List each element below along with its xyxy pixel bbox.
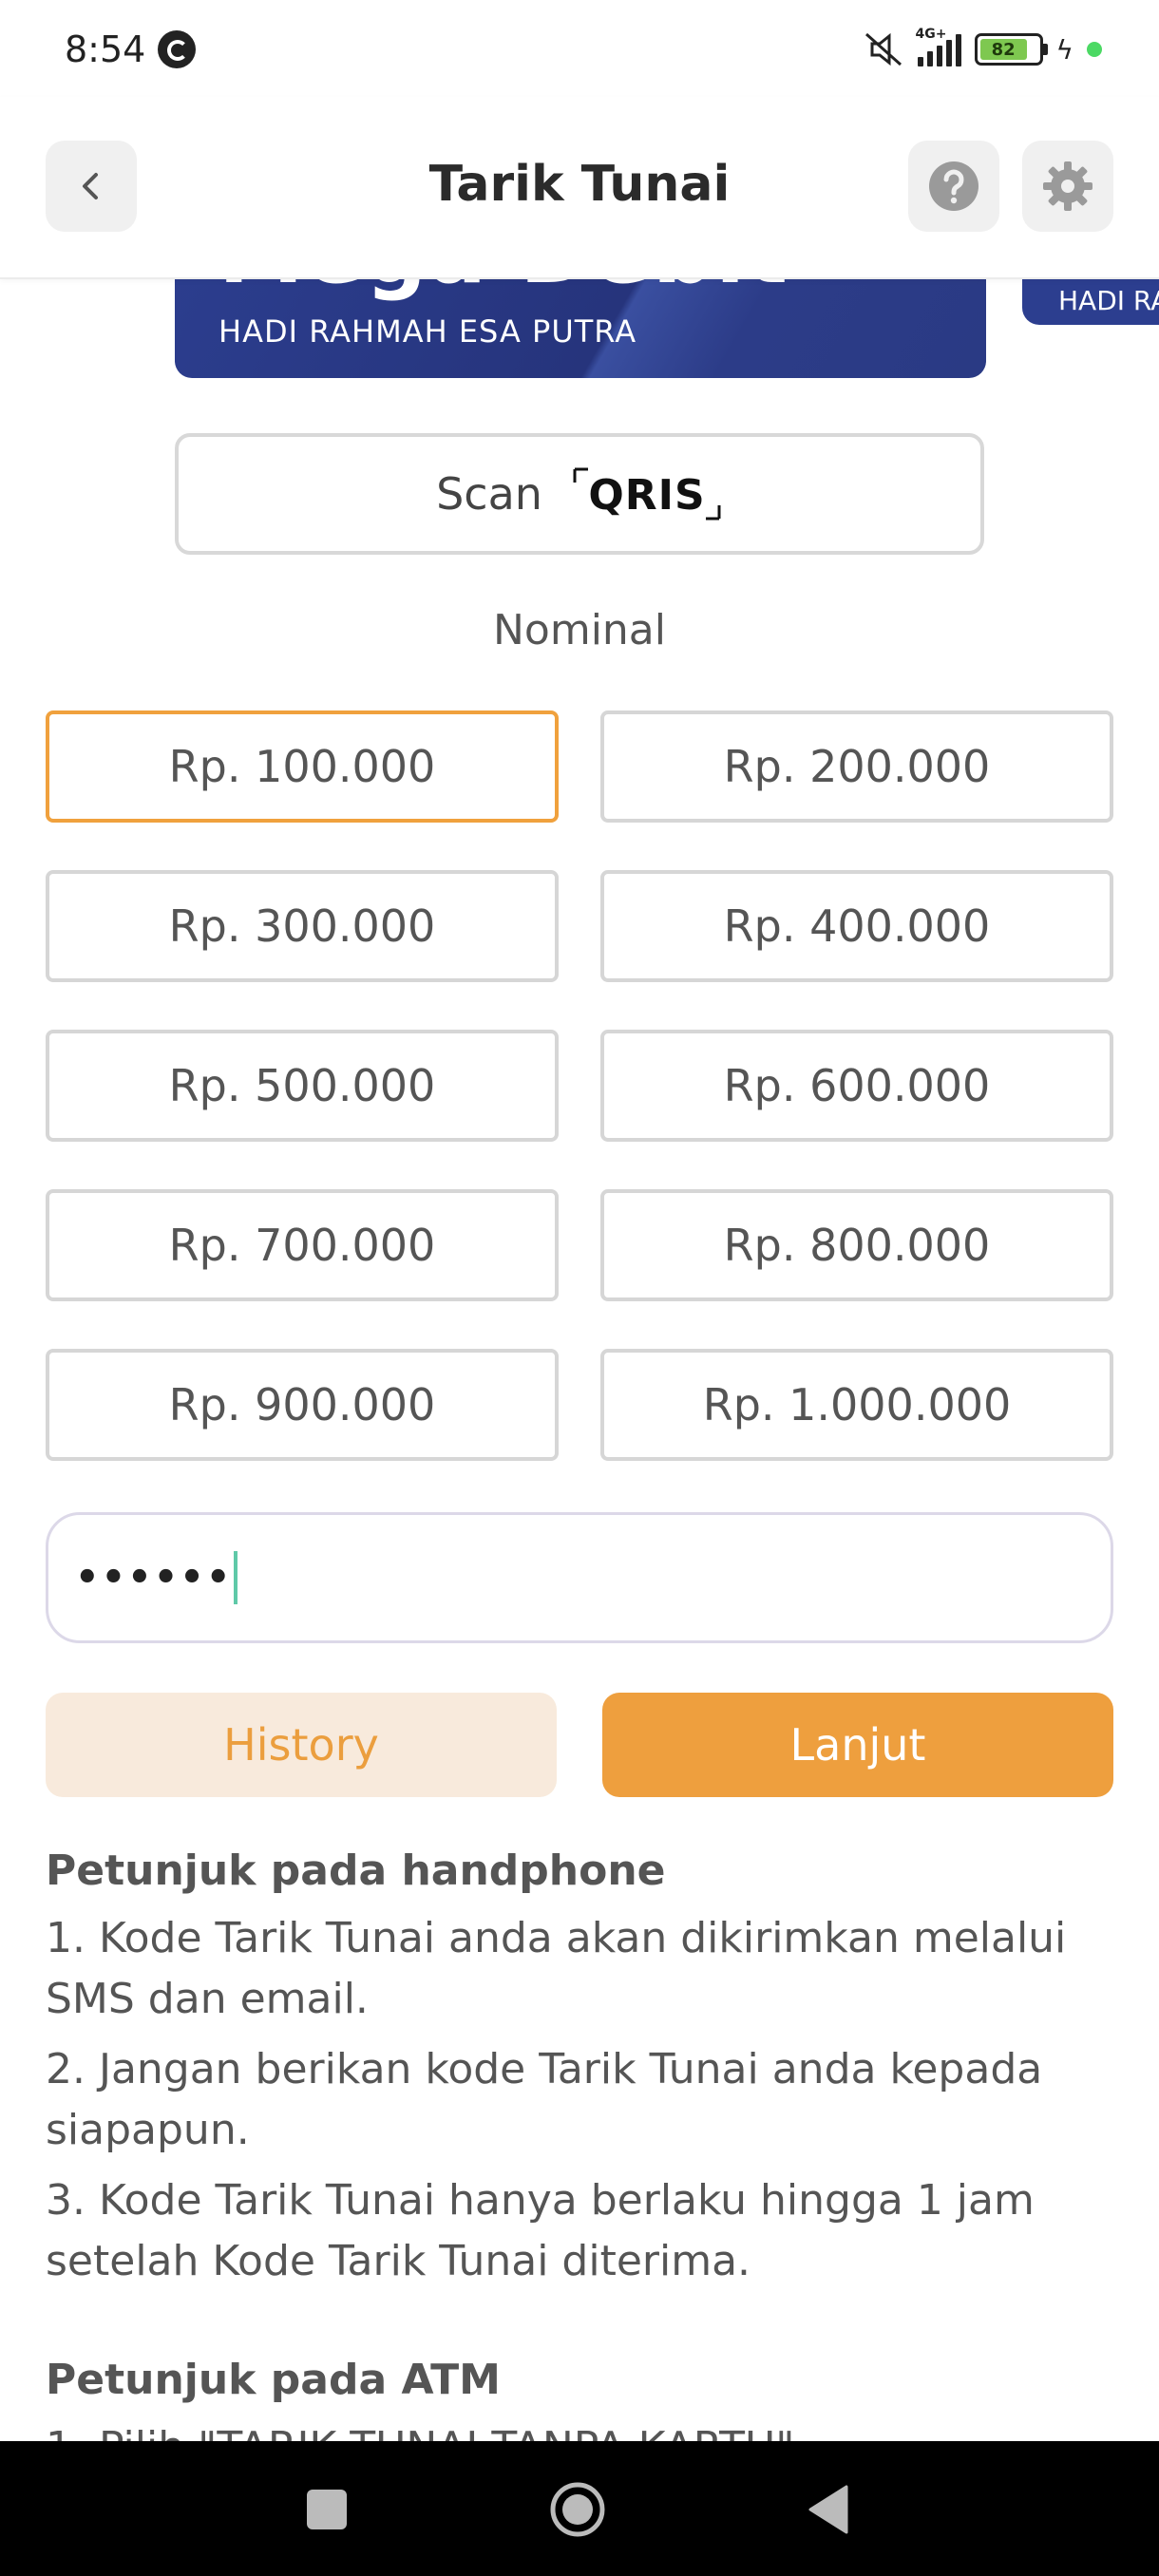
amount-grid: Rp. 100.000 Rp. 200.000 Rp. 300.000 Rp. … [46,710,1113,1461]
help-button[interactable] [908,141,999,232]
scan-qris-button[interactable]: Scan QRIS [175,433,984,555]
signal-icon: 4G+ [916,27,961,66]
history-button[interactable]: History [46,1693,557,1797]
home-circle-icon [550,2482,605,2537]
amount-option-800000[interactable]: Rp. 800.000 [600,1189,1113,1301]
amount-option-400000[interactable]: Rp. 400.000 [600,870,1113,982]
status-time: 8:54 [65,28,146,70]
atm-instructions-title: Petunjuk pada ATM [46,2356,501,2404]
notification-dot-icon [1087,42,1102,57]
mute-icon [863,30,904,68]
qris-logo-icon: QRIS [573,467,721,521]
pin-value: •••••• [75,1556,233,1600]
system-back-button[interactable] [798,2479,859,2540]
square-icon [307,2490,347,2529]
battery-level: 82 [979,39,1027,60]
instruction-item: 2. Jangan berikan kode Tarik Tunai anda … [46,2045,1043,2154]
amount-option-300000[interactable]: Rp. 300.000 [46,870,559,982]
debit-card[interactable]: Mega Debit HADI RAHMAH ESA PUTRA [175,279,986,378]
amount-option-900000[interactable]: Rp. 900.000 [46,1349,559,1461]
gear-icon [1043,161,1092,211]
battery-icon: 82 [974,33,1048,66]
phone-instructions-title: Petunjuk pada handphone [46,1847,666,1895]
amount-option-200000[interactable]: Rp. 200.000 [600,710,1113,823]
pin-input[interactable]: •••••• [46,1512,1113,1643]
card-brand: Mega Debit [218,279,789,303]
recent-apps-button[interactable] [296,2479,357,2540]
status-bar: 8:54 4G+ 82 ϟ [0,0,1159,97]
network-type: 4G+ [915,27,947,42]
instruction-item: 1. Kode Tarik Tunai anda akan dikirimkan… [46,1914,1067,2023]
charging-icon: ϟ [1055,33,1074,66]
instruction-item: 1. Pilih "TARIK TUNAI TANPA KARTU" [46,2417,1119,2441]
help-icon [929,161,978,211]
card-holder-name: HADI RAHMAH ESA PUTRA [218,313,637,350]
triangle-back-icon [808,2485,848,2534]
amount-option-1000000[interactable]: Rp. 1.000.000 [600,1349,1113,1461]
phone-instructions: Petunjuk pada handphone 1. Kode Tarik Tu… [46,1847,1119,2301]
settings-button[interactable] [1022,141,1113,232]
home-button[interactable] [547,2479,608,2540]
system-navigation-bar [0,2441,1159,2576]
amount-option-700000[interactable]: Rp. 700.000 [46,1189,559,1301]
text-cursor [234,1551,238,1604]
nominal-label: Nominal [493,606,666,654]
card-carousel[interactable]: Mega Debit HADI RAHMAH ESA PUTRA HADI RA… [0,279,1159,386]
next-card[interactable]: HADI RAHMAH ESA PUTRA [1022,279,1159,325]
scan-label: Scan [436,468,542,520]
atm-instructions: Petunjuk pada ATM 1. Pilih "TARIK TUNAI … [46,2356,1119,2441]
qris-logo-text: QRIS [588,471,705,520]
amount-option-600000[interactable]: Rp. 600.000 [600,1030,1113,1142]
amount-option-500000[interactable]: Rp. 500.000 [46,1030,559,1142]
amount-option-100000[interactable]: Rp. 100.000 [46,710,559,823]
sync-icon [158,30,196,68]
app-header: Tarik Tunai [0,97,1159,279]
lanjut-button[interactable]: Lanjut [602,1693,1113,1797]
instruction-item: 3. Kode Tarik Tunai hanya berlaku hingga… [46,2176,1035,2285]
card-holder-name: HADI RAHMAH ESA PUTRA [1058,285,1159,316]
